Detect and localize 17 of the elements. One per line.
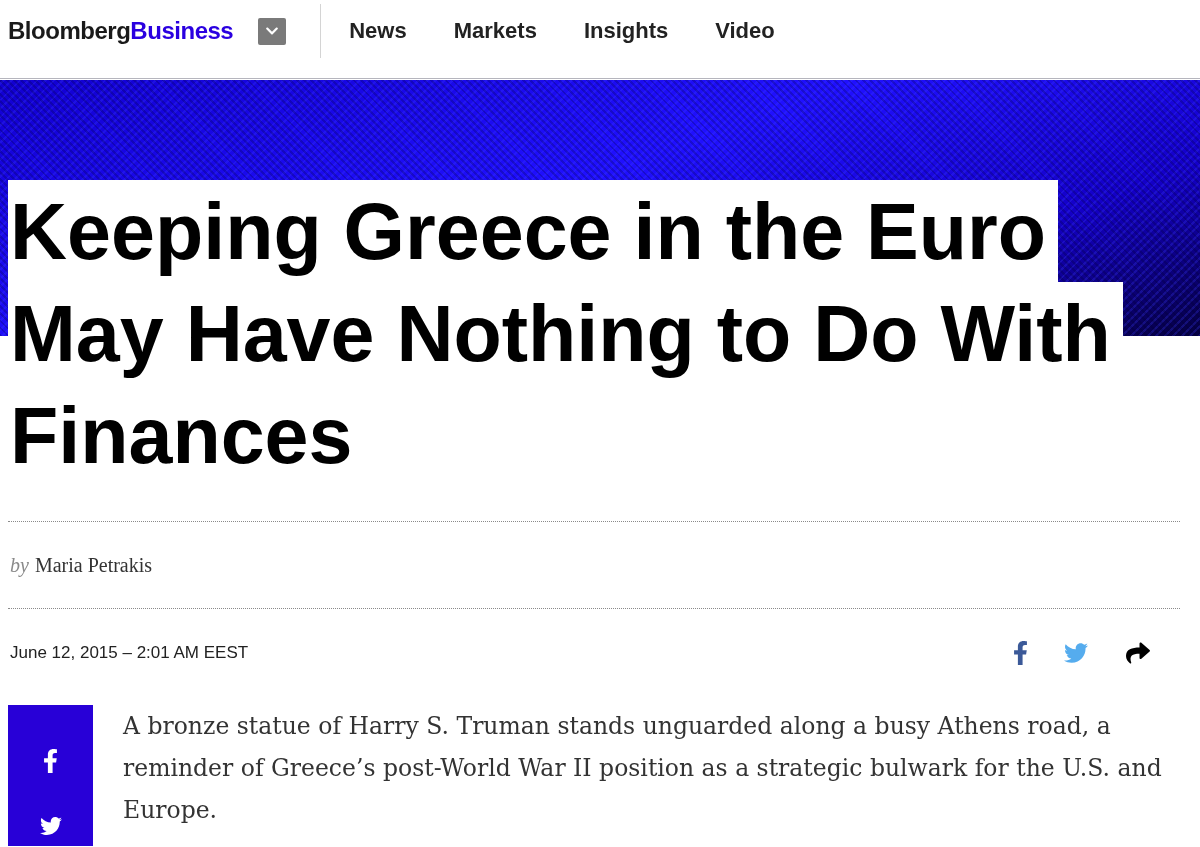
author-link[interactable]: Maria Petrakis — [34, 550, 153, 580]
article-paragraph: A bronze statue of Harry S. Truman stands unguarded along a busy Athens road, a reminder of Greece’s post-World War II position as a strategic bulwark for the U.S. and Europe. — [123, 711, 1163, 826]
facebook-icon — [1013, 641, 1028, 665]
facebook-icon — [43, 749, 58, 773]
site-logo[interactable]: BloombergBusiness — [8, 19, 234, 43]
facebook-share-button[interactable] — [43, 749, 58, 773]
timestamp: June 12, 2015 – 2:01 AM EEST — [10, 642, 249, 665]
byline-prefix: by — [10, 553, 29, 579]
menu-dropdown-button[interactable] — [258, 17, 287, 45]
share-arrow-icon — [1124, 641, 1152, 665]
twitter-icon — [1062, 641, 1090, 665]
nav-link[interactable]: Video — [715, 20, 775, 42]
nav-link[interactable]: News — [349, 20, 407, 42]
nav-link[interactable]: Insights — [583, 20, 669, 42]
share-button[interactable] — [1124, 641, 1152, 665]
nav-link[interactable]: Markets — [453, 20, 537, 42]
facebook-share-button[interactable] — [1013, 641, 1028, 665]
